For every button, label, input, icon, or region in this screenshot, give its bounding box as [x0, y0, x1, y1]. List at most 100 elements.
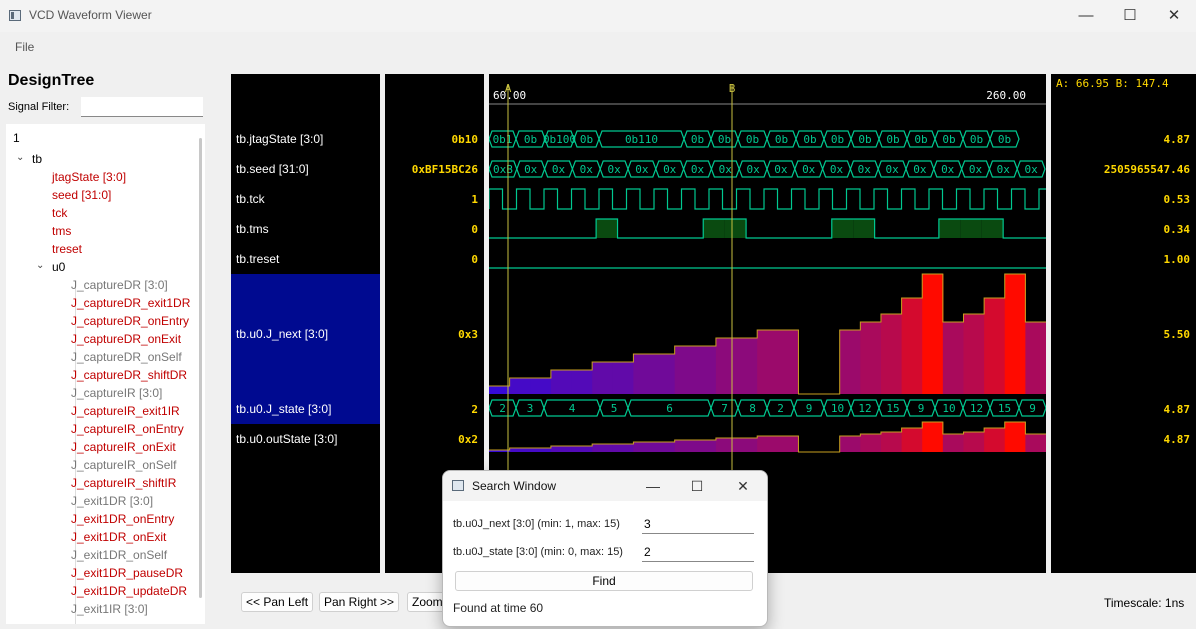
tree-signal-item[interactable]: J_captureIR_onSelf: [71, 458, 176, 472]
tree-signal-item[interactable]: J_exit1DR_onSelf: [71, 548, 167, 562]
jtag-state-bus-label: 0b: [746, 133, 759, 146]
j-state-bus-label: 10: [942, 402, 955, 415]
out-state-bar: [612, 444, 634, 452]
tree-signal-item[interactable]: J_captureDR_shiftDR: [71, 368, 187, 382]
close-icon[interactable]: ✕: [723, 475, 763, 497]
chevron-down-icon[interactable]: ⌄: [16, 152, 24, 163]
jtag-state-bus-label: 0b: [718, 133, 731, 146]
tree-node-u0[interactable]: u0: [52, 260, 65, 274]
tree-signal-item[interactable]: tms: [52, 224, 71, 238]
j-next-bar: [530, 378, 552, 394]
j-state-input[interactable]: [642, 543, 754, 562]
out-state-bar: [715, 438, 738, 452]
search-window-titlebar[interactable]: Search Window — ☐ ✕: [443, 471, 767, 501]
signal-value: 0xBF15BC26: [411, 163, 478, 176]
j-next-bar: [550, 370, 573, 394]
tree-node-tb[interactable]: tb: [32, 152, 42, 166]
tree-signal-item[interactable]: J_captureDR_onSelf: [71, 350, 182, 364]
seed-bus-label: 0x: [663, 163, 677, 176]
out-state-bar: [839, 436, 861, 452]
tree-signal-item[interactable]: treset: [52, 242, 82, 256]
tree-signal-item[interactable]: J_exit1DR_onEntry: [71, 512, 174, 526]
tree-signal-item[interactable]: J_captureIR_shiftIR: [71, 476, 176, 490]
signal-measure: 0.34: [1163, 223, 1191, 236]
tree-signal-item[interactable]: J_captureDR_onEntry: [71, 314, 189, 328]
j-next-bar: [1004, 274, 1026, 394]
j-next-bar: [1025, 322, 1046, 394]
j-next-bar: [736, 338, 758, 394]
j-next-bar: [777, 330, 799, 394]
seed-bus-label: 0x: [997, 163, 1011, 176]
j-state-bus-label: 10: [831, 402, 844, 415]
menu-file[interactable]: File: [15, 40, 34, 54]
chevron-down-icon[interactable]: ⌄: [36, 260, 44, 271]
tree-signal-item[interactable]: J_captureDR [3:0]: [71, 278, 168, 292]
search-window: Search Window — ☐ ✕ tb.u0J_next [3:0] (m…: [442, 470, 768, 627]
pan-left-button[interactable]: << Pan Left: [241, 592, 314, 612]
signal-name[interactable]: tb.u0.outState [3:0]: [236, 432, 337, 446]
minimize-icon[interactable]: —: [1064, 2, 1108, 30]
design-tree[interactable]: 1 ⌄ tb ⌄ u0 jtagState [3:0] seed [31:0] tc…: [6, 124, 205, 624]
signal-filter-input[interactable]: [81, 97, 203, 117]
seed-bus-label: 0x: [1024, 163, 1038, 176]
j-next-bar: [963, 314, 985, 394]
tree-signal-item[interactable]: J_captureDR_onExit: [71, 332, 181, 346]
measurement-panel: A: 66.95 B: 147.4 4.87 2505965547.46 0.53 0…: [1051, 74, 1196, 573]
tms-high-fill: [724, 219, 747, 238]
jtag-state-bus-label: 0b: [914, 133, 927, 146]
cursor-a-label: A: [505, 82, 512, 95]
j-next-bar: [612, 362, 634, 394]
j-next-bar: [839, 330, 861, 394]
seed-bus-label: 0x: [635, 163, 649, 176]
maximize-icon[interactable]: ☐: [1108, 2, 1152, 30]
close-icon[interactable]: ✕: [1152, 2, 1196, 30]
pan-right-button[interactable]: Pan Right >>: [319, 592, 400, 612]
tree-signal-item[interactable]: jtagState [3:0]: [52, 170, 126, 184]
jtag-state-bus-label: 0b: [998, 133, 1011, 146]
find-button[interactable]: Find: [455, 571, 753, 591]
tree-root[interactable]: 1: [13, 131, 20, 145]
j-next-bar: [695, 346, 717, 394]
tree-signal-item[interactable]: J_captureDR_exit1DR: [71, 296, 190, 310]
jtag-state-bus-label: 0b: [886, 133, 899, 146]
signal-name[interactable]: tb.u0.J_next [3:0]: [236, 327, 328, 341]
tree-signal-item[interactable]: J_captureIR [3:0]: [71, 386, 162, 400]
signal-name[interactable]: tb.jtagState [3:0]: [236, 132, 323, 146]
tree-signal-item[interactable]: J_exit1DR_pauseDR: [71, 566, 183, 580]
signal-value: 2: [471, 403, 478, 416]
signal-measure: 4.87: [1163, 403, 1191, 416]
jtag-state-bus-label: 0b100: [543, 133, 576, 146]
tree-signal-item[interactable]: tck: [52, 206, 67, 220]
signal-name[interactable]: tb.tck: [236, 192, 265, 206]
tree-signal-item[interactable]: J_captureIR_onEntry: [71, 422, 184, 436]
tree-signal-item[interactable]: seed [31:0]: [52, 188, 111, 202]
tree-signal-item[interactable]: J_captureIR_exit1IR: [71, 404, 180, 418]
signal-name[interactable]: tb.u0.J_state [3:0]: [236, 402, 331, 416]
signal-names-panel[interactable]: tb.jtagState [3:0] tb.seed [31:0] tb.tck tb…: [231, 74, 380, 573]
j-state-bus-label: 8: [749, 402, 756, 415]
out-state-bar: [880, 432, 903, 452]
j-state-bus-label: 3: [527, 402, 534, 415]
seed-bus-label: 0x: [774, 163, 788, 176]
signal-measure: 0.53: [1163, 193, 1191, 206]
j-next-bar: [654, 354, 676, 394]
j-next-input[interactable]: [642, 515, 754, 534]
maximize-icon[interactable]: ☐: [677, 475, 717, 497]
signal-filter-label: Signal Filter:: [8, 101, 70, 113]
minimize-icon[interactable]: —: [633, 475, 673, 497]
tree-signal-item[interactable]: J_exit1DR_onExit: [71, 530, 166, 544]
j-state-bus-label: 9: [806, 402, 813, 415]
out-state-bar: [509, 448, 531, 452]
signal-name[interactable]: tb.seed [31:0]: [236, 162, 309, 176]
j-state-bus-label: 7: [721, 402, 728, 415]
tree-scrollbar[interactable]: [199, 138, 202, 598]
signal-value: 0x2: [458, 433, 478, 446]
tree-signal-item[interactable]: J_exit1DR [3:0]: [71, 494, 153, 508]
tree-signal-item[interactable]: J_exit1DR_updateDR: [71, 584, 187, 598]
signal-name[interactable]: tb.tms: [236, 222, 269, 236]
signal-name[interactable]: tb.treset: [236, 252, 279, 266]
tree-signal-item[interactable]: J_exit1IR [3:0]: [71, 602, 148, 616]
tree-signal-item[interactable]: J_captureIR_onExit: [71, 440, 176, 454]
jtag-state-bus-label: 0b: [775, 133, 788, 146]
signal-measure: 4.87: [1163, 433, 1191, 446]
